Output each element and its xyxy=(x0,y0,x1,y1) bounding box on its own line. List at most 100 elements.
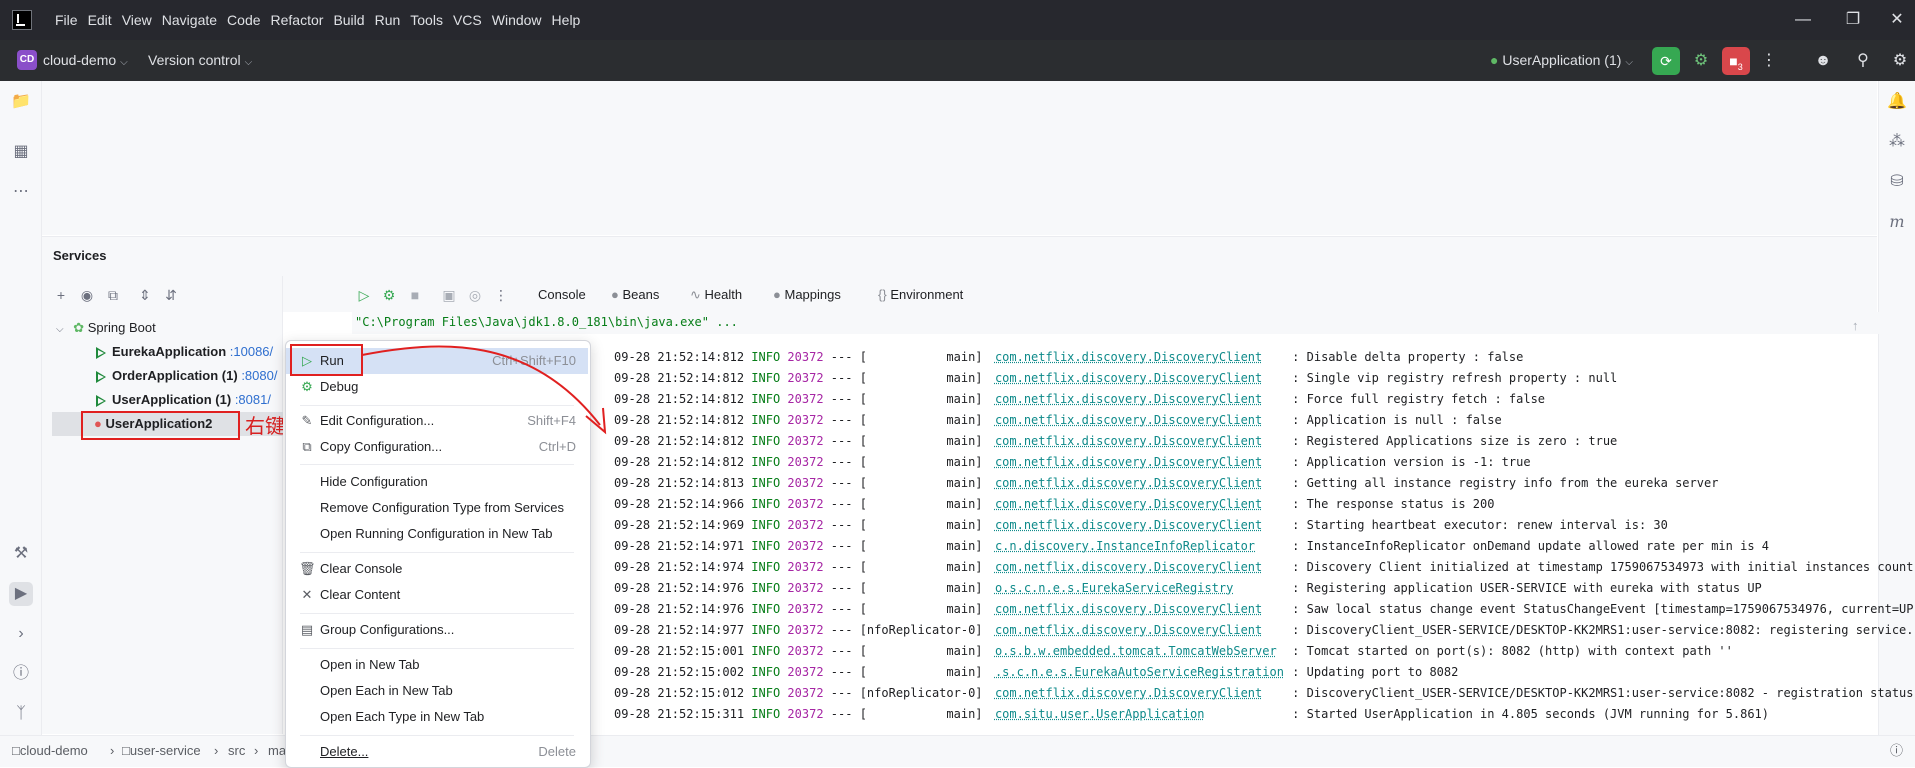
services-icon[interactable]: ▶ xyxy=(9,582,33,606)
log-logger[interactable]: com.netflix.discovery.DiscoveryClient xyxy=(995,368,1285,389)
project-widget[interactable]: cloud-demo ⌵ xyxy=(43,49,128,74)
more-options-icon[interactable]: ⋮ xyxy=(490,284,512,306)
log-logger[interactable]: com.netflix.discovery.DiscoveryClient xyxy=(995,599,1285,620)
breadcrumb-main[interactable]: ma xyxy=(268,742,286,760)
stop-button[interactable]: ■3 xyxy=(1722,47,1750,75)
build-hammer-icon[interactable]: ⚒ xyxy=(9,542,33,566)
database-icon[interactable]: ⛁ xyxy=(1885,170,1909,194)
menu-edit[interactable]: Edit xyxy=(83,12,117,28)
breadcrumb-module[interactable]: □user-service xyxy=(122,742,201,760)
menu-refactor[interactable]: Refactor xyxy=(266,12,329,28)
log-logger[interactable]: com.netflix.discovery.DiscoveryClient xyxy=(995,452,1285,473)
git-icon[interactable]: ᛉ xyxy=(9,702,33,726)
ai-assistant-icon[interactable]: ⁂ xyxy=(1885,130,1909,154)
log-logger[interactable]: o.s.b.w.embedded.tomcat.TomcatWebServer xyxy=(995,641,1285,662)
menu-tools[interactable]: Tools xyxy=(405,12,448,28)
structure-icon[interactable]: ▦ xyxy=(9,140,33,164)
more-tools-icon[interactable]: ⋯ xyxy=(9,180,33,204)
menu-help[interactable]: Help xyxy=(547,12,586,28)
log-logger[interactable]: com.netflix.discovery.DiscoveryClient xyxy=(995,389,1285,410)
project-folder-icon[interactable]: 📁 xyxy=(9,90,33,114)
menu-build[interactable]: Build xyxy=(328,12,369,28)
menu-file[interactable]: File xyxy=(50,12,83,28)
tab-environment[interactable]: {} Environment xyxy=(878,287,963,303)
rerun-button[interactable]: ⟳ xyxy=(1652,47,1680,75)
menu-code[interactable]: Code xyxy=(222,12,265,28)
status-info-icon[interactable]: ⓘ xyxy=(1890,742,1903,760)
vcs-widget[interactable]: Version control ⌵ xyxy=(148,49,252,74)
camera-icon[interactable]: ▣ xyxy=(438,284,460,306)
terminal-icon[interactable]: › xyxy=(9,622,33,646)
eye-icon[interactable]: ◉ xyxy=(76,284,98,306)
debug-icon[interactable]: ⚙ xyxy=(378,284,400,306)
menu-navigate[interactable]: Navigate xyxy=(157,12,222,28)
stop-icon[interactable]: ■ xyxy=(404,284,426,306)
log-logger[interactable]: com.netflix.discovery.DiscoveryClient xyxy=(995,431,1285,452)
menu-item-clear-content[interactable]: ✕ Clear Content xyxy=(286,582,588,608)
menu-item-remove-type[interactable]: Remove Configuration Type from Services xyxy=(286,495,588,521)
camera-settings-icon[interactable]: ◎ xyxy=(464,284,486,306)
debug-icon[interactable]: ⚙ xyxy=(1688,48,1714,74)
restore-icon[interactable]: ❐ xyxy=(1838,8,1868,32)
log-logger[interactable]: com.netflix.discovery.DiscoveryClient xyxy=(995,515,1285,536)
log-logger[interactable]: com.netflix.discovery.DiscoveryClient xyxy=(995,473,1285,494)
service-port-link[interactable]: :8080/ xyxy=(241,368,277,383)
settings-gear-icon[interactable]: ⚙ xyxy=(1887,48,1913,74)
log-logger[interactable]: com.netflix.discovery.DiscoveryClient xyxy=(995,410,1285,431)
scroll-up-icon[interactable]: ↑ xyxy=(1852,318,1859,333)
menu-item-open-each-type[interactable]: Open Each Type in New Tab xyxy=(286,704,588,730)
log-message: : Application version is -1: true xyxy=(1292,455,1531,469)
log-level: INFO xyxy=(751,644,781,658)
expand-all-icon[interactable]: ⇕ xyxy=(134,284,156,306)
more-options-icon[interactable]: ⋮ xyxy=(1756,48,1782,74)
service-port-link[interactable]: :8081/ xyxy=(235,392,271,407)
environment-braces-icon: {} xyxy=(878,287,887,302)
log-level: INFO xyxy=(751,434,781,448)
menu-item-open-new-tab[interactable]: Open in New Tab xyxy=(286,652,588,678)
tab-beans[interactable]: ● Beans xyxy=(611,287,659,303)
log-logger[interactable]: c.n.discovery.InstanceInfoReplicator xyxy=(995,536,1285,557)
breadcrumb-src[interactable]: src xyxy=(228,742,245,760)
menu-item-delete[interactable]: Delete... Delete xyxy=(286,739,588,765)
log-timestamp: 09-28 21:52:14:812 xyxy=(614,455,745,469)
menu-item-hide-config[interactable]: Hide Configuration xyxy=(286,469,588,495)
tree-node-user[interactable]: UserApplication (1) :8081/ xyxy=(42,388,282,412)
log-logger[interactable]: .s.c.n.e.s.EurekaAutoServiceRegistration xyxy=(995,662,1285,683)
tree-node-spring-boot[interactable]: ⌵ ✿ Spring Boot xyxy=(42,316,282,340)
tab-console[interactable]: Console xyxy=(538,287,586,303)
tree-node-order[interactable]: OrderApplication (1) :8080/ xyxy=(42,364,282,388)
menu-window[interactable]: Window xyxy=(487,12,547,28)
log-logger[interactable]: com.situ.user.UserApplication xyxy=(995,704,1285,725)
log-logger[interactable]: com.netflix.discovery.DiscoveryClient xyxy=(995,683,1285,704)
search-icon[interactable]: ⚲ xyxy=(1850,48,1876,74)
close-icon[interactable]: ✕ xyxy=(1882,8,1912,32)
menu-item-clear-console[interactable]: 🗑 Clear Console xyxy=(286,556,588,582)
maven-icon[interactable]: m xyxy=(1885,210,1909,234)
new-tab-icon[interactable]: ⧉ xyxy=(102,284,124,306)
tab-mappings[interactable]: ● Mappings xyxy=(773,287,841,303)
log-logger[interactable]: com.netflix.discovery.DiscoveryClient xyxy=(995,494,1285,515)
minimize-icon[interactable]: — xyxy=(1788,8,1818,32)
notifications-bell-icon[interactable]: 🔔 xyxy=(1885,90,1909,114)
problems-icon[interactable]: ⓘ xyxy=(9,662,33,686)
log-logger[interactable]: com.netflix.discovery.DiscoveryClient xyxy=(995,557,1285,578)
breadcrumb-project[interactable]: □cloud-demo xyxy=(12,742,88,760)
menu-run[interactable]: Run xyxy=(370,12,406,28)
log-logger[interactable]: com.netflix.discovery.DiscoveryClient xyxy=(995,620,1285,641)
intellij-logo-icon[interactable] xyxy=(12,10,32,30)
tab-health[interactable]: ∿ Health xyxy=(690,287,742,303)
menu-item-group-configs[interactable]: ▤ Group Configurations... xyxy=(286,617,588,643)
log-logger[interactable]: o.s.c.n.e.s.EurekaServiceRegistry xyxy=(995,578,1285,599)
run-play-icon[interactable]: ▷ xyxy=(353,284,375,306)
tree-node-eureka[interactable]: EurekaApplication :10086/ xyxy=(42,340,282,364)
log-logger[interactable]: com.netflix.discovery.DiscoveryClient xyxy=(995,347,1285,368)
service-port-link[interactable]: :10086/ xyxy=(230,344,273,359)
menu-view[interactable]: View xyxy=(117,12,157,28)
add-user-icon[interactable]: ☻ xyxy=(1810,48,1836,74)
run-config-selector[interactable]: ● UserApplication (1) ⌵ xyxy=(1490,49,1633,74)
menu-item-open-running[interactable]: Open Running Configuration in New Tab xyxy=(286,521,588,547)
menu-vcs[interactable]: VCS xyxy=(448,12,487,28)
add-service-icon[interactable]: + xyxy=(50,284,72,306)
collapse-all-icon[interactable]: ⇵ xyxy=(160,284,182,306)
menu-item-open-each[interactable]: Open Each in New Tab xyxy=(286,678,588,704)
